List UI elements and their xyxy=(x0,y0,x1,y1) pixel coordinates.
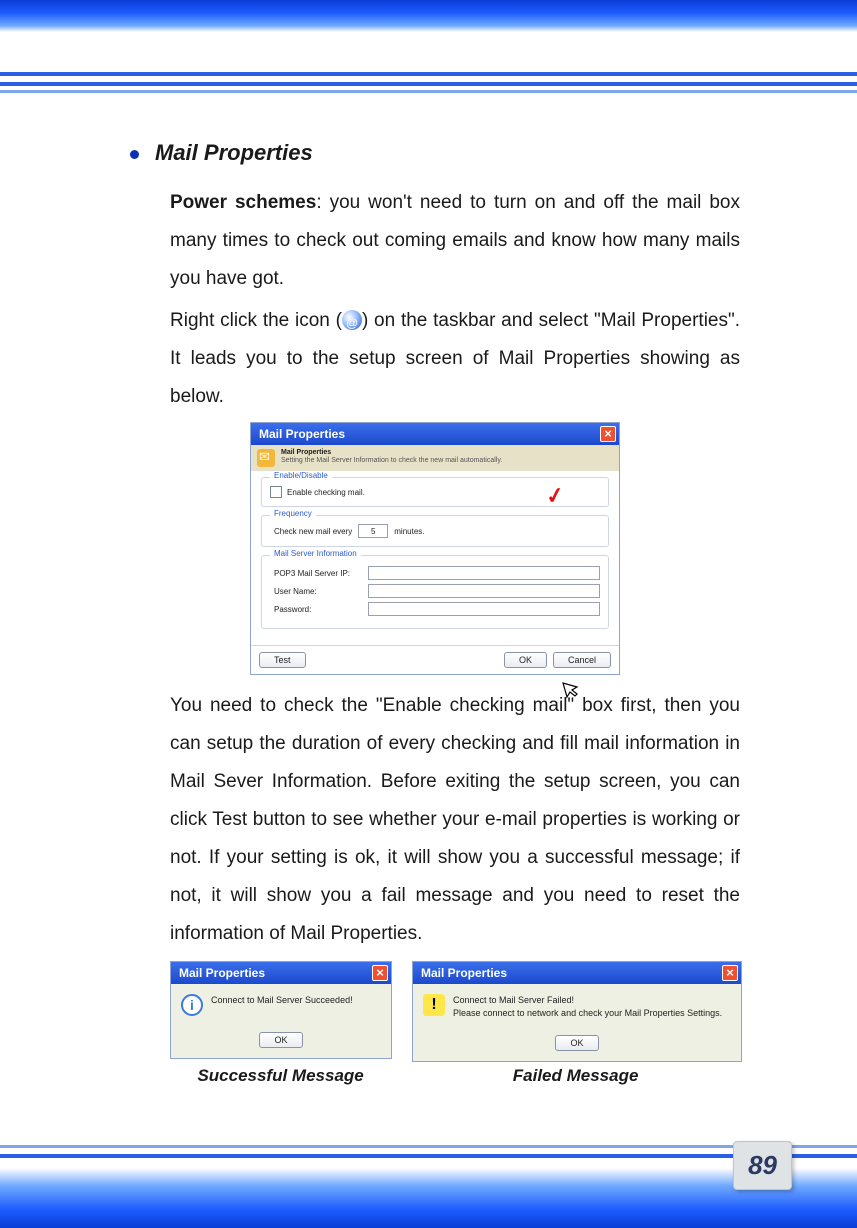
mail-server-fieldset: Mail Server Information POP3 Mail Server… xyxy=(261,555,609,629)
section-heading: Mail Properties xyxy=(155,140,313,166)
info-subtitle: Setting the Mail Server Information to c… xyxy=(281,457,502,464)
fail-line-1: Connect to Mail Server Failed! xyxy=(453,994,722,1007)
dialog-info-text: Mail Properties Setting the Mail Server … xyxy=(281,449,502,466)
dialog-body: Enable/Disable Enable checking mail. Fre… xyxy=(251,471,619,645)
paragraph-3: You need to check the "Enable checking m… xyxy=(170,687,740,953)
section-heading-row: Mail Properties xyxy=(130,140,740,166)
success-titlebar: Mail Properties × xyxy=(171,962,391,984)
password-row: Password: xyxy=(270,602,600,616)
mail-properties-dialog: Mail Properties × Mail Properties Settin… xyxy=(250,422,620,675)
main-content: Mail Properties Power schemes: you won't… xyxy=(130,140,740,1086)
pop3-label: POP3 Mail Server IP: xyxy=(274,569,362,578)
username-input[interactable] xyxy=(368,584,600,598)
fail-title: Mail Properties xyxy=(421,966,507,980)
top-line-1 xyxy=(0,72,857,76)
username-row: User Name: xyxy=(270,584,600,598)
bottom-gradient-bar xyxy=(0,1168,857,1228)
success-text: Connect to Mail Server Succeeded! xyxy=(211,994,353,1007)
test-button[interactable]: Test xyxy=(259,652,306,668)
info-title: Mail Properties xyxy=(281,449,502,457)
close-icon[interactable]: × xyxy=(722,965,738,981)
power-schemes-label: Power schemes xyxy=(170,192,316,213)
dialog-footer: Test OK Cancel xyxy=(251,645,619,674)
ok-button[interactable]: OK xyxy=(504,652,547,668)
freq-post-label: minutes. xyxy=(394,527,424,536)
enable-checking-label: Enable checking mail. xyxy=(287,488,365,497)
fail-caption: Failed Message xyxy=(411,1066,740,1086)
top-line-3 xyxy=(0,90,857,93)
fail-line-2: Please connect to network and check your… xyxy=(453,1007,722,1020)
dialog-info-bar: Mail Properties Setting the Mail Server … xyxy=(251,445,619,471)
paragraph-2: Right click the icon () on the taskbar a… xyxy=(170,302,740,416)
ok-button[interactable]: OK xyxy=(259,1032,302,1048)
password-label: Password: xyxy=(274,605,362,614)
mail-tray-icon xyxy=(342,310,362,330)
warning-icon: ! xyxy=(423,994,445,1016)
freq-pre-label: Check new mail every xyxy=(274,527,352,536)
frequency-input[interactable]: 5 xyxy=(358,524,388,538)
cancel-button[interactable]: Cancel xyxy=(553,652,611,668)
bottom-line-1 xyxy=(0,1145,857,1148)
info-icon: i xyxy=(181,994,203,1016)
page-number: 89 xyxy=(733,1141,792,1190)
mail-server-legend: Mail Server Information xyxy=(270,549,361,558)
enable-checking-row: Enable checking mail. xyxy=(270,486,600,498)
pop3-row: POP3 Mail Server IP: xyxy=(270,566,600,580)
captions-row: Successful Message Failed Message xyxy=(170,1066,740,1086)
enable-checking-checkbox[interactable] xyxy=(270,486,282,498)
success-footer: OK xyxy=(171,1026,391,1058)
enable-disable-legend: Enable/Disable xyxy=(270,471,332,480)
close-icon[interactable]: × xyxy=(372,965,388,981)
close-icon[interactable]: × xyxy=(600,426,616,442)
success-body: i Connect to Mail Server Succeeded! xyxy=(171,984,391,1026)
frequency-fieldset: Frequency Check new mail every 5 minutes… xyxy=(261,515,609,547)
success-caption: Successful Message xyxy=(170,1066,391,1086)
enable-disable-fieldset: Enable/Disable Enable checking mail. xyxy=(261,477,609,507)
ok-button[interactable]: OK xyxy=(555,1035,598,1051)
fail-dialog: Mail Properties × ! Connect to Mail Serv… xyxy=(412,961,742,1062)
bullet-icon xyxy=(130,150,139,159)
fail-titlebar: Mail Properties × xyxy=(413,962,741,984)
password-input[interactable] xyxy=(368,602,600,616)
top-gradient-bar xyxy=(0,0,857,32)
paragraph-2-pre: Right click the icon ( xyxy=(170,310,342,331)
dialog-title: Mail Properties xyxy=(259,427,345,441)
top-line-2 xyxy=(0,82,857,86)
paragraph-1: Power schemes: you won't need to turn on… xyxy=(170,184,740,298)
success-title: Mail Properties xyxy=(179,966,265,980)
dialog-titlebar: Mail Properties × xyxy=(251,423,619,445)
pop3-input[interactable] xyxy=(368,566,600,580)
fail-body: ! Connect to Mail Server Failed! Please … xyxy=(413,984,741,1029)
fail-text: Connect to Mail Server Failed! Please co… xyxy=(453,994,722,1019)
username-label: User Name: xyxy=(274,587,362,596)
frequency-legend: Frequency xyxy=(270,509,316,518)
fail-footer: OK xyxy=(413,1029,741,1061)
frequency-row: Check new mail every 5 minutes. xyxy=(270,524,600,538)
mail-icon xyxy=(257,449,275,467)
bottom-line-2 xyxy=(0,1154,857,1158)
success-dialog: Mail Properties × i Connect to Mail Serv… xyxy=(170,961,392,1059)
message-dialogs-row: Mail Properties × i Connect to Mail Serv… xyxy=(170,961,740,1062)
